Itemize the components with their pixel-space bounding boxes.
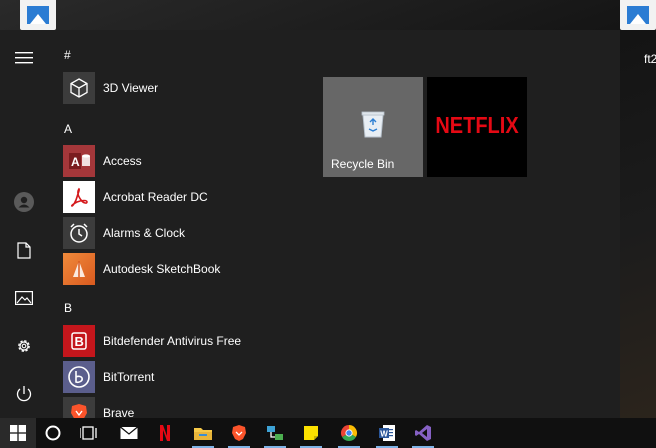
windows-start-icon [10,425,26,441]
user-account-button[interactable] [0,182,48,222]
group-header-hash[interactable]: # [64,48,71,62]
bitdefender-icon: B [63,325,95,357]
taskbar-file-explorer[interactable] [186,418,220,448]
pictures-button[interactable] [0,278,48,318]
settings-gear-icon [18,340,30,352]
file-explorer-icon [194,428,212,440]
svg-text:A: A [71,155,80,169]
taskbar-sticky-notes[interactable] [294,418,328,448]
user-account-icon [14,192,34,212]
expand-menu-button[interactable] [0,38,48,78]
app-name: BitTorrent [103,370,155,384]
netflix-icon [160,425,170,441]
visual-studio-icon [415,425,431,441]
brave-icon [232,425,246,441]
documents-icon [17,241,31,259]
cortana-icon [45,425,61,441]
app-list[interactable]: # 3D Viewer A A Access Acrobat Reader DC… [48,30,308,418]
access-icon: A [63,145,95,177]
word-icon: W [379,425,395,441]
app-item-bittorrent[interactable]: BitTorrent [63,361,303,393]
sketchbook-icon [63,253,95,285]
power-button[interactable] [0,374,48,414]
app-name: 3D Viewer [103,81,159,95]
settings-button[interactable] [0,326,48,366]
cortana-button[interactable] [36,418,70,448]
taskbar-network-app[interactable] [258,418,292,448]
mail-icon [120,426,138,439]
app-item-autodesk-sketchbook[interactable]: Autodesk SketchBook [63,253,303,285]
3d-viewer-icon [63,72,95,104]
brave-icon [63,397,95,418]
power-icon [16,386,32,402]
svg-text:W: W [380,430,388,439]
bittorrent-icon [63,361,95,393]
taskbar-netflix[interactable] [148,418,182,448]
recycle-bin-icon [361,111,385,138]
svg-text:B: B [75,334,84,349]
app-item-access[interactable]: A Access [63,145,303,177]
app-item-alarms-clock[interactable]: Alarms & Clock [63,217,303,249]
sticky-notes-icon [304,426,318,440]
app-item-bitdefender[interactable]: B Bitdefender Antivirus Free [63,325,303,357]
taskbar-chrome[interactable] [332,418,366,448]
start-menu: # 3D Viewer A A Access Acrobat Reader DC… [0,30,620,418]
group-header-b[interactable]: B [64,301,72,315]
app-item-3d-viewer[interactable]: 3D Viewer [63,72,303,104]
app-name: Brave [103,406,135,418]
alarm-clock-icon [63,217,95,249]
tile-label: Recycle Bin [331,157,395,171]
network-app-icon [267,426,283,440]
desktop-file-icon[interactable] [20,0,56,30]
taskbar-word[interactable]: W [370,418,404,448]
tile-recycle-bin[interactable]: Recycle Bin [323,77,423,177]
tile-netflix[interactable]: NETFLIX [427,77,527,177]
start-rail [0,30,48,418]
app-name: Alarms & Clock [103,226,186,240]
app-item-acrobat-reader[interactable]: Acrobat Reader DC [63,181,303,213]
taskbar-brave[interactable] [222,418,256,448]
app-item-brave[interactable]: Brave [63,397,303,418]
documents-button[interactable] [0,230,48,270]
desktop-file-icon[interactable] [620,0,656,30]
taskbar-mail[interactable] [112,418,146,448]
task-view-icon [80,426,97,440]
acrobat-icon [63,181,95,213]
group-header-a[interactable]: A [64,122,72,136]
app-name: Access [103,154,142,168]
pictures-icon [15,291,33,305]
hamburger-menu-icon [15,52,33,64]
taskbar-visual-studio[interactable] [406,418,440,448]
task-view-button[interactable] [72,418,106,448]
app-name: Acrobat Reader DC [103,190,208,204]
desktop-icon-label: ft2 [644,52,656,66]
chrome-icon [340,425,358,442]
start-button[interactable] [0,418,36,448]
netflix-logo: NETFLIX [435,113,519,139]
taskbar: W [0,418,656,448]
app-name: Bitdefender Antivirus Free [103,334,242,348]
app-name: Autodesk SketchBook [103,262,221,276]
